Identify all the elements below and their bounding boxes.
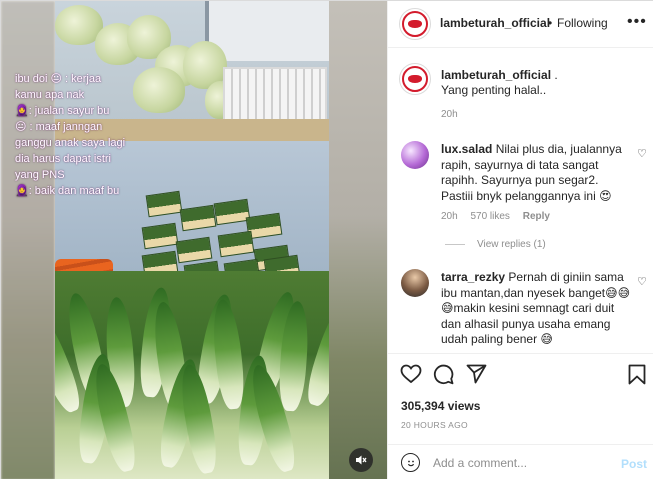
caption-text: Yang penting halal.. [441, 83, 547, 97]
overlay-line: ibu doi 😐 : kerjaa [15, 73, 102, 85]
comment-meta: 20h 570 likes Reply [441, 211, 560, 222]
view-replies-button[interactable]: View replies (1) [445, 239, 546, 250]
caption-header: lambeturah_official . [441, 68, 558, 82]
comment-body: lux.salad Nilai plus dia, jualannya rapi… [441, 142, 631, 204]
overlay-line: ganggu anak saya lagi [15, 137, 126, 149]
blurred-backdrop-right [329, 1, 387, 479]
comment-body: tarra_rezky Pernah di giniin sama ibu ma… [441, 270, 631, 348]
overlay-line: kamu apa nak [15, 89, 85, 101]
lips-logo-icon [408, 75, 422, 83]
bookmark-icon[interactable] [628, 364, 646, 385]
caption-suffix: . [554, 68, 558, 82]
tempe-pack [213, 198, 251, 226]
heart-icon[interactable]: ♡ [637, 147, 647, 160]
post-author-username[interactable]: lambeturah_official [440, 16, 550, 30]
post-button[interactable]: Post [621, 457, 647, 471]
tempe-pack [179, 204, 217, 232]
instagram-post-modal: ibu doi 😐 : kerjaa kamu apa nak 🧕: juala… [0, 0, 653, 479]
post-timestamp[interactable]: 20 HOURS AGO [401, 420, 468, 430]
ellipsis-icon[interactable]: ••• [627, 13, 647, 31]
overlay-line: dia harus dapat istri [15, 153, 111, 165]
avatar-logo [402, 11, 428, 37]
post-sidebar: lambeturah_official • Following ••• lamb… [387, 1, 653, 479]
post-actions: 305,394 views 20 HOURS AGO [388, 353, 653, 451]
view-replies-label: View replies (1) [477, 239, 546, 250]
avatar[interactable] [401, 269, 429, 297]
heart-icon[interactable]: ♡ [637, 275, 647, 288]
speaker-muted-icon [356, 455, 367, 465]
lips-logo-icon [408, 20, 422, 28]
post-media[interactable]: ibu doi 😐 : kerjaa kamu apa nak 🧕: juala… [1, 1, 387, 479]
smiley-face-icon [407, 460, 414, 466]
comment-icon[interactable] [433, 364, 454, 385]
reply-button[interactable]: Reply [523, 211, 550, 222]
avatar[interactable] [399, 63, 431, 95]
paper-plane-icon[interactable] [466, 364, 487, 384]
emoji-icon[interactable] [401, 453, 420, 472]
comment-input[interactable] [433, 452, 613, 474]
tempe-pack [141, 222, 179, 250]
post-header: lambeturah_official • Following ••• [388, 1, 653, 48]
comment-username[interactable]: lux.salad [441, 142, 492, 156]
avatar[interactable] [399, 8, 431, 40]
caption-timestamp[interactable]: 20h [441, 109, 458, 120]
overlay-line: 🧕: jualan sayur bu [15, 105, 110, 117]
tempe-pack [175, 236, 213, 264]
avatar[interactable] [401, 141, 429, 169]
tempe-pack [217, 230, 255, 258]
avatar-logo [402, 66, 428, 92]
overlay-line: yang PNS [15, 169, 65, 181]
header-separator: • [548, 16, 553, 30]
video-text-overlay: ibu doi 😐 : kerjaa kamu apa nak 🧕: juala… [15, 71, 175, 199]
comment-likes[interactable]: 570 likes [470, 211, 509, 222]
overlay-line: 😐 : maaf janngan [15, 121, 103, 133]
divider [445, 244, 465, 245]
add-comment-bar: Post [388, 444, 653, 479]
comment-username[interactable]: tarra_rezky [441, 270, 505, 284]
comment-timestamp[interactable]: 20h [441, 211, 458, 222]
heart-icon[interactable] [400, 364, 422, 384]
comments-list[interactable]: lambeturah_official . Yang penting halal… [388, 49, 653, 353]
overlay-line: 🧕: baik dan maaf bu [15, 185, 120, 197]
mute-button[interactable] [349, 448, 373, 472]
caption-username[interactable]: lambeturah_official [441, 68, 551, 82]
view-count[interactable]: 305,394 views [401, 399, 480, 413]
following-button[interactable]: Following [557, 16, 608, 30]
